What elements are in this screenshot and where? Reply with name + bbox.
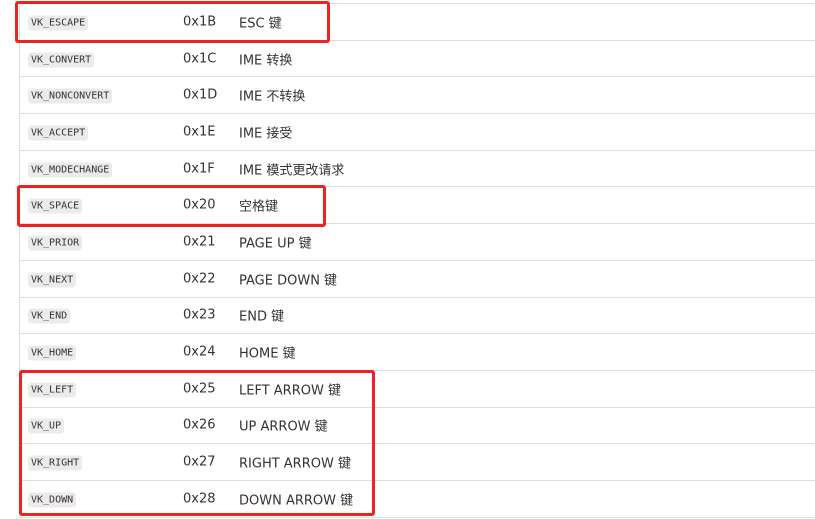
table-row: VK_NEXT 0x22 PAGE DOWN 键	[20, 261, 815, 298]
constant-cell: VK_END	[28, 308, 71, 324]
description-cell: HOME 键	[239, 346, 296, 362]
constant-cell: VK_NEXT	[28, 271, 77, 288]
constant-cell: VK_MODECHANGE	[28, 161, 113, 178]
table-row: VK_ACCEPT 0x1E IME 接受	[20, 114, 815, 151]
value-cell: 0x1C	[183, 51, 217, 67]
description-cell: END 键	[239, 309, 285, 325]
table-row: VK_END 0x23 END 键	[20, 298, 815, 335]
constant-cell: VK_NONCONVERT	[28, 88, 113, 104]
value-cell: 0x1F	[183, 161, 215, 177]
value-cell: 0x22	[183, 271, 216, 287]
constant-cell: VK_PRIOR	[28, 234, 83, 251]
table-row: VK_HOME 0x24 HOME 键	[20, 334, 815, 371]
table-row: VK_MODECHANGE 0x1F IME 模式更改请求	[20, 151, 815, 188]
value-cell: 0x24	[183, 344, 216, 360]
table-row: VK_PRIOR 0x21 PAGE UP 键	[20, 224, 815, 261]
constant-cell: VK_HOME	[28, 345, 77, 361]
constant-code: VK_NONCONVERT	[28, 88, 113, 104]
description-cell: IME 模式更改请求	[239, 163, 345, 179]
table-row: VK_CONVERT 0x1C IME 转换	[20, 41, 815, 78]
description-cell: IME 转换	[239, 53, 293, 69]
constant-code: VK_PRIOR	[28, 235, 83, 251]
value-cell: 0x23	[183, 307, 216, 323]
table-row: VK_NONCONVERT 0x1D IME 不转换	[20, 77, 815, 115]
constant-code: VK_HOME	[28, 345, 77, 361]
constant-code: VK_ACCEPT	[28, 125, 89, 141]
description-cell: IME 不转换	[239, 89, 306, 105]
description-cell: PAGE UP 键	[239, 236, 312, 252]
description-cell: PAGE DOWN 键	[239, 273, 338, 289]
value-cell: 0x1E	[183, 124, 216, 140]
value-cell: 0x1D	[183, 87, 218, 103]
constant-code: VK_CONVERT	[28, 52, 95, 68]
constant-code: VK_END	[28, 308, 71, 324]
description-cell: IME 接受	[239, 126, 293, 142]
constant-code: VK_NEXT	[28, 272, 77, 288]
constant-cell: VK_CONVERT	[28, 51, 95, 68]
constant-code: VK_MODECHANGE	[28, 162, 113, 178]
highlight-box-arrows	[19, 370, 375, 516]
value-cell: 0x21	[183, 234, 216, 250]
constant-cell: VK_ACCEPT	[28, 124, 89, 141]
highlight-box-escape	[15, 1, 330, 43]
highlight-box-space	[17, 185, 326, 227]
